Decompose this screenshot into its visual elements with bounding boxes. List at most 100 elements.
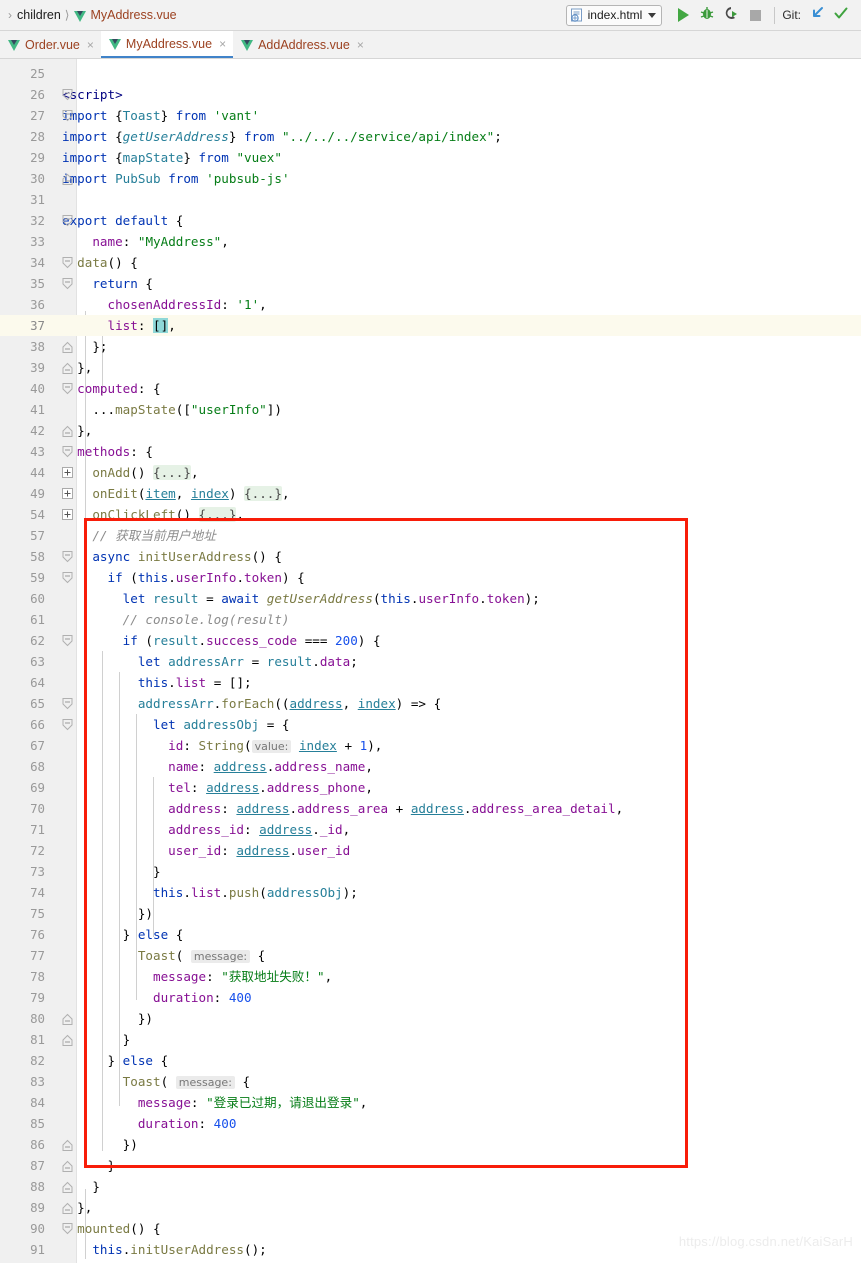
code-line[interactable]: 77 Toast( message: { (0, 945, 861, 966)
update-project-button[interactable] (805, 3, 829, 27)
code-line[interactable]: 25 (0, 63, 861, 84)
code-line[interactable]: 58 async initUserAddress() { (0, 546, 861, 567)
code-line[interactable]: 38 }; (0, 336, 861, 357)
collapse-fold-icon[interactable] (62, 572, 73, 584)
collapse-fold-icon[interactable] (62, 1160, 73, 1172)
collapse-fold-icon[interactable] (62, 341, 73, 353)
code-line[interactable]: 31 (0, 189, 861, 210)
code-line[interactable]: 66 let addressObj = { (0, 714, 861, 735)
code-line[interactable]: 74 this.list.push(addressObj); (0, 882, 861, 903)
code-line[interactable]: 62 if (result.success_code === 200) { (0, 630, 861, 651)
code-line[interactable]: 73 } (0, 861, 861, 882)
code-line[interactable]: 54 onClickLeft() {...}, (0, 504, 861, 525)
code-line[interactable]: 88 } (0, 1176, 861, 1197)
code-line[interactable]: 84 message: "登录已过期，请退出登录", (0, 1092, 861, 1113)
code-line[interactable]: 64 this.list = []; (0, 672, 861, 693)
breadcrumb-item-myaddress[interactable]: MyAddress.vue (90, 8, 176, 22)
run-configuration-selector[interactable]: index.html (565, 4, 663, 26)
code-content[interactable]: 25 26 <script> 27 import {Toast} from 'vant'… (0, 59, 861, 1263)
collapse-fold-icon[interactable] (62, 446, 73, 458)
code-line[interactable]: 35 return { (0, 273, 861, 294)
code-line[interactable]: 85 duration: 400 (0, 1113, 861, 1134)
expand-fold-icon[interactable] (62, 488, 73, 499)
code-line[interactable]: 27 import {Toast} from 'vant' (0, 105, 861, 126)
close-icon[interactable]: × (219, 38, 226, 50)
tab-order-vue[interactable]: Order.vue × (0, 31, 101, 58)
collapse-fold-icon[interactable] (62, 1181, 73, 1193)
code-line[interactable]: 41 ...mapState(["userInfo"]) (0, 399, 861, 420)
code-line[interactable]: 63 let addressArr = result.data; (0, 651, 861, 672)
code-line[interactable]: 76 } else { (0, 924, 861, 945)
code-line[interactable]: 59 if (this.userInfo.token) { (0, 567, 861, 588)
collapse-fold-icon[interactable] (62, 362, 73, 374)
code-line[interactable]: 61 // console.log(result) (0, 609, 861, 630)
collapse-fold-icon[interactable] (62, 89, 73, 101)
code-line[interactable]: 86 }) (0, 1134, 861, 1155)
code-line[interactable]: 69 tel: address.address_phone, (0, 777, 861, 798)
collapse-fold-icon[interactable] (62, 1202, 73, 1214)
code-line[interactable]: 40 computed: { (0, 378, 861, 399)
collapse-fold-icon[interactable] (62, 698, 73, 710)
code-line[interactable]: 65 addressArr.forEach((address, index) =… (0, 693, 861, 714)
code-line[interactable]: 43 methods: { (0, 441, 861, 462)
code-line[interactable]: 71 address_id: address._id, (0, 819, 861, 840)
code-line[interactable]: 79 duration: 400 (0, 987, 861, 1008)
code-line[interactable]: 87 } (0, 1155, 861, 1176)
code-line[interactable]: 29 import {mapState} from "vuex" (0, 147, 861, 168)
code-line[interactable]: 36 chosenAddressId: '1', (0, 294, 861, 315)
collapse-fold-icon[interactable] (62, 257, 73, 269)
run-with-coverage-button[interactable] (719, 3, 743, 27)
collapse-fold-icon[interactable] (62, 635, 73, 647)
collapse-fold-icon[interactable] (62, 383, 73, 395)
stop-button[interactable] (743, 3, 767, 27)
code-line[interactable]: 68 name: address.address_name, (0, 756, 861, 777)
code-editor[interactable]: 25 26 <script> 27 import {Toast} from 'vant'… (0, 59, 861, 1263)
expand-fold-icon[interactable] (62, 509, 73, 520)
code-line[interactable]: 49 onEdit(item, index) {...}, (0, 483, 861, 504)
collapse-fold-icon[interactable] (62, 1223, 73, 1235)
code-line[interactable]: 44 onAdd() {...}, (0, 462, 861, 483)
code-line[interactable]: 57 // 获取当前用户地址 (0, 525, 861, 546)
tab-addaddress-vue[interactable]: AddAddress.vue × (233, 31, 371, 58)
collapse-fold-icon[interactable] (62, 1139, 73, 1151)
code-line[interactable]: 89 }, (0, 1197, 861, 1218)
code-line[interactable]: 39 }, (0, 357, 861, 378)
code-line[interactable]: 60 let result = await getUserAddress(thi… (0, 588, 861, 609)
close-icon[interactable]: × (357, 39, 364, 51)
code-line[interactable]: 82 } else { (0, 1050, 861, 1071)
debug-button[interactable] (695, 3, 719, 27)
code-line[interactable]: 83 Toast( message: { (0, 1071, 861, 1092)
collapse-fold-icon[interactable] (62, 1013, 73, 1025)
run-button[interactable] (671, 3, 695, 27)
close-icon[interactable]: × (87, 39, 94, 51)
code-line[interactable]: 37 list: [], (0, 315, 861, 336)
commit-button[interactable] (829, 3, 853, 27)
code-line[interactable]: 67 id: String(value: index + 1), (0, 735, 861, 756)
breadcrumb-item-children[interactable]: children (17, 8, 61, 22)
breadcrumb[interactable]: › children ⟩ MyAddress.vue (0, 8, 177, 22)
collapse-fold-icon[interactable] (62, 1034, 73, 1046)
code-line[interactable]: 78 message: "获取地址失败！", (0, 966, 861, 987)
collapse-fold-icon[interactable] (62, 278, 73, 290)
code-line[interactable]: 42 }, (0, 420, 861, 441)
chevron-down-icon[interactable] (648, 12, 657, 18)
code-line[interactable]: 33 name: "MyAddress", (0, 231, 861, 252)
code-line[interactable]: 34 data() { (0, 252, 861, 273)
tab-myaddress-vue[interactable]: MyAddress.vue × (100, 31, 234, 58)
code-line[interactable]: 30 import PubSub from 'pubsub-js' (0, 168, 861, 189)
code-line[interactable]: 28 import {getUserAddress} from "../../..… (0, 126, 861, 147)
collapse-fold-icon[interactable] (62, 425, 73, 437)
collapse-fold-icon[interactable] (62, 110, 73, 122)
collapse-fold-icon[interactable] (62, 173, 73, 185)
collapse-fold-icon[interactable] (62, 719, 73, 731)
expand-fold-icon[interactable] (62, 467, 73, 478)
collapse-fold-icon[interactable] (62, 551, 73, 563)
code-line[interactable]: 26 <script> (0, 84, 861, 105)
code-line[interactable]: 80 }) (0, 1008, 861, 1029)
collapse-fold-icon[interactable] (62, 215, 73, 227)
code-line[interactable]: 81 } (0, 1029, 861, 1050)
code-line[interactable]: 75 }) (0, 903, 861, 924)
code-line[interactable]: 70 address: address.address_area + addre… (0, 798, 861, 819)
code-line[interactable]: 32 export default { (0, 210, 861, 231)
code-line[interactable]: 72 user_id: address.user_id (0, 840, 861, 861)
